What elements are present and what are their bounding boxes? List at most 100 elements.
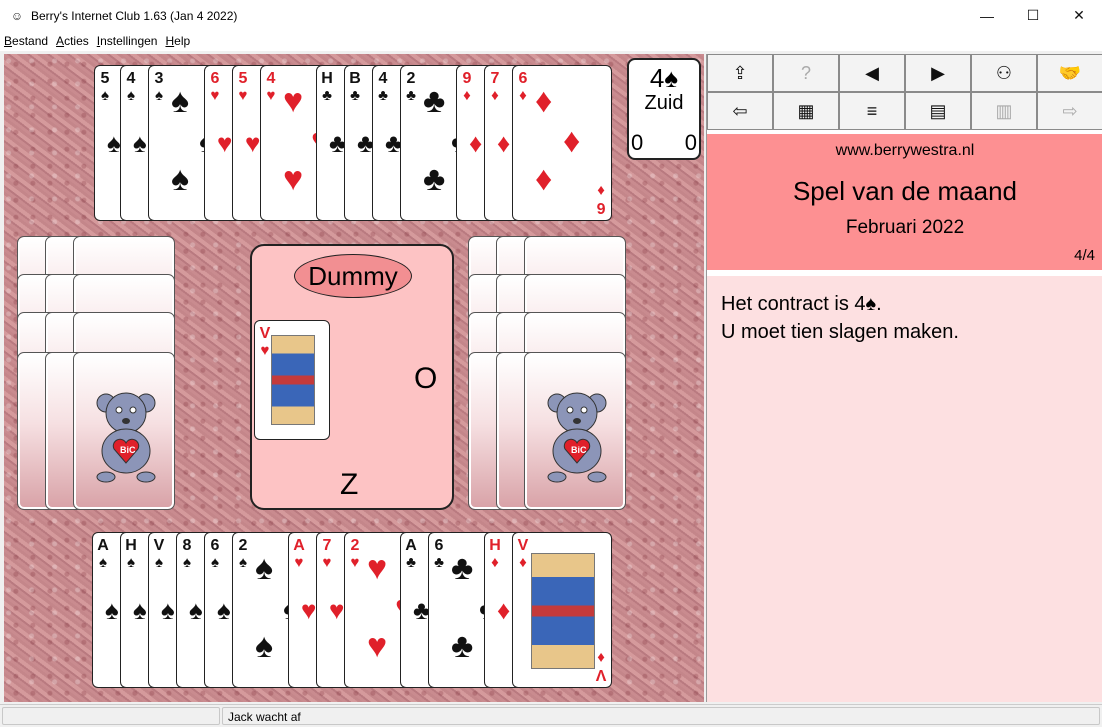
card-index: 7 ♥ [320, 537, 334, 571]
card-suit: ♦ [597, 182, 605, 199]
card-rank: 6 [518, 70, 528, 87]
card-rank: 5 [100, 70, 110, 87]
toolbar-button-back-arrow[interactable]: ⇦ [707, 92, 773, 130]
card-back: BiC [73, 352, 175, 510]
card-index: 2 ♥ [348, 537, 362, 571]
card-index: 6 ♦ [516, 70, 530, 104]
suit-pip: ♥ [329, 595, 345, 625]
toolbar-button-players[interactable]: ⚇ [971, 54, 1037, 92]
menu-bestand[interactable]: Bestand [0, 31, 52, 51]
suit-pip: ♦ [497, 128, 511, 158]
toolbar-button-prev[interactable]: ◀ [839, 54, 905, 92]
status-cell-1 [2, 707, 220, 725]
close-button[interactable]: ✕ [1056, 0, 1102, 31]
card-suit: ♦ [463, 87, 471, 104]
card-suit: ♥ [238, 87, 248, 104]
card-index: 9 ♦ [460, 70, 474, 104]
scoresheet-icon: ▦ [797, 100, 815, 121]
back-arrow-icon: ⇦ [732, 100, 748, 121]
card-suit: ♥ [210, 87, 220, 104]
card-index: V ♥ [258, 325, 272, 359]
card-rank: B [349, 70, 361, 87]
toolbar-button-cards[interactable]: ▤ [905, 92, 971, 130]
message-line-1: Het contract is 4♠. [721, 293, 882, 315]
card-index: H ♠ [124, 537, 138, 571]
columns-icon: ▥ [995, 100, 1013, 121]
card-rank: 4 [266, 70, 276, 87]
card-rank: V [259, 325, 271, 342]
card-suit: ♦ [519, 87, 527, 104]
card-index: 4 ♥ [264, 70, 278, 104]
suit-pip: ♠ [255, 549, 274, 587]
toolbar-button-share[interactable]: ⇪ [707, 54, 773, 92]
card-rank: 6 [596, 199, 606, 216]
east-seat-label: O [414, 362, 438, 395]
suit-pip: ♦ [535, 82, 553, 120]
toolbar-button-handshake[interactable]: 🤝 [1037, 54, 1102, 92]
trick-area: Dummy V ♥ O Z [250, 244, 454, 510]
toolbar-button-help[interactable]: ? [773, 54, 839, 92]
card-rank: 2 [406, 70, 416, 87]
card-suit: ♦ [491, 87, 499, 104]
menu-acties[interactable]: Acties [52, 31, 93, 51]
court-figure [271, 335, 315, 425]
card-suit: ♠ [183, 554, 191, 571]
month-label: Februari 2022 [845, 217, 965, 238]
menu-instellingen[interactable]: Instellingen [93, 31, 162, 51]
message-line-2: U moet tien slagen maken. [721, 321, 959, 343]
card-suit: ♥ [260, 342, 270, 359]
title-bar: ☺ Berry's Internet Club 1.63 (Jan 4 2022… [0, 0, 1102, 31]
maximize-button[interactable]: ☐ [1010, 0, 1056, 31]
card-index: 7 ♦ [488, 70, 502, 104]
teddy-bear-logo: BiC [96, 383, 156, 483]
menu-help[interactable]: Help [161, 31, 194, 51]
toolbar-button-next[interactable]: ▶ [905, 54, 971, 92]
card-index-bottom: V ♦ [594, 649, 608, 683]
playing-card[interactable]: 6 ♦ 6 ♦ ♦ ♦ ♦ [512, 65, 612, 221]
suit-pip: ♦ [563, 122, 581, 160]
card-suit: ♥ [294, 554, 304, 571]
toolbar-button-bidding-box[interactable]: ≡ [839, 92, 905, 130]
playing-card[interactable]: V ♦ V ♦ [512, 532, 612, 688]
contract-bid: 4♠ [649, 63, 679, 93]
status-bar: Jack wacht af [0, 704, 1102, 727]
card-rank: A [97, 537, 109, 554]
suit-pip: ♠ [217, 595, 231, 625]
prev-icon: ◀ [865, 62, 879, 83]
toolbar-button-forward-arrow[interactable]: ⇨ [1037, 92, 1102, 130]
card-index: 4 ♣ [376, 70, 390, 104]
card-index: 2 ♣ [404, 70, 418, 104]
card-suit: ♠ [101, 87, 109, 104]
card-index: 6 ♥ [208, 70, 222, 104]
card-rank: 6 [434, 537, 444, 554]
card-index: 6 ♠ [208, 537, 222, 571]
played-card: V ♥ [254, 320, 330, 440]
card-suit: ♠ [127, 554, 135, 571]
card-suit: ♥ [266, 87, 276, 104]
minimize-button[interactable]: — [964, 0, 1010, 31]
suit-pip: ♠ [189, 595, 203, 625]
suit-pip: ♣ [423, 160, 446, 198]
card-suit: ♦ [519, 554, 527, 571]
headline: Spel van de maand [792, 176, 1018, 206]
forward-arrow-icon: ⇨ [1062, 100, 1078, 121]
suit-pip: ♥ [283, 82, 304, 120]
card-suit: ♠ [127, 87, 135, 104]
card-table: 5♠5♠♠4♠4♠♠3♠3♠♠♠♠6♥6♥♥5♥5♥♥4♥4♥♥♥♥H♣H♣♣B… [4, 54, 704, 702]
card-index: 5 ♠ [98, 70, 112, 104]
card-rank: 6 [210, 537, 220, 554]
card-rank: H [489, 537, 501, 554]
card-rank: 3 [154, 70, 164, 87]
window-title: Berry's Internet Club 1.63 (Jan 4 2022) [31, 8, 238, 23]
card-rank: 9 [462, 70, 472, 87]
suit-pip: ♣ [451, 549, 474, 587]
card-index: V ♦ [516, 537, 530, 571]
toolbar-button-columns[interactable]: ▥ [971, 92, 1037, 130]
card-rank: 6 [210, 70, 220, 87]
card-index: A ♣ [404, 537, 418, 571]
court-figure [531, 553, 595, 669]
suit-pip: ♥ [301, 595, 317, 625]
card-suit: ♣ [406, 87, 416, 104]
suit-pip: ♥ [245, 128, 261, 158]
toolbar-button-scoresheet[interactable]: ▦ [773, 92, 839, 130]
